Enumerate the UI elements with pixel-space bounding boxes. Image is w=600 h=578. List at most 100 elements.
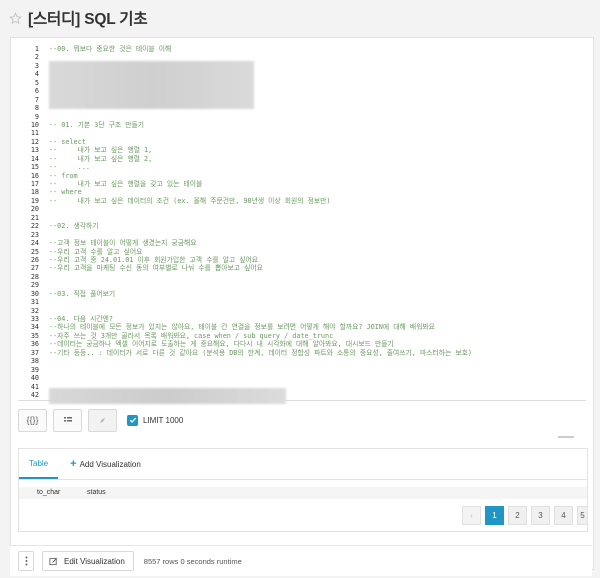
code-text: --04. 다음 시간엔? [49,315,114,323]
line-number: 36 [30,340,39,349]
page-button[interactable]: 5 [577,506,587,525]
line-number: 33 [30,315,39,323]
star-outline-icon[interactable] [6,9,24,27]
code-line[interactable]: 9 [18,113,586,121]
code-text: --00. 뭐보다 중요한 것은 테이블 이해 [49,45,172,53]
line-number: 27 [30,264,39,273]
code-line[interactable]: 22 --02. 생각하기 [18,222,586,230]
code-line[interactable]: 24 --고객 정보 테이블이 어떻게 생겼는지 궁금해요 [18,239,586,247]
code-line[interactable]: 1 --00. 뭐보다 중요한 것은 테이블 이해 [18,45,586,53]
pagination: ‹ 1 2 3 4 5 [458,506,587,525]
code-line[interactable]: 36 --데이터는 궁금하나 엑셀 이어지로 도출하는 게 중요해요, 다다시 내… [18,340,586,348]
rows-runtime-info: 8557 rows 0 seconds runtime [143,556,242,566]
code-text: -- 내가 보고 싶은 행렬을 갖고 있는 테이블 [49,180,203,188]
line-number: 41 [30,382,39,391]
code-line[interactable]: 15 -- ... [18,163,586,171]
line-number: 32 [30,306,39,315]
code-line[interactable]: 39 [18,366,586,374]
page-button[interactable]: 3 [531,506,550,525]
code-line[interactable]: 10 -- 01. 기본 3단 구조 만들기 [18,121,586,129]
line-number: 4 [34,70,39,79]
code-text: -- 내가 보고 싶은 행렬 1, [49,146,153,155]
code-line[interactable]: 40 [18,374,586,382]
code-line[interactable]: 23 [18,231,586,239]
add-visualization-tab[interactable]: + Add Visualization [58,449,151,479]
tab-table[interactable]: Table [19,449,59,479]
code-line[interactable]: 32 [18,307,586,315]
code-text: -- select [49,137,86,146]
page-title[interactable]: [스터디] SQL 기초 [28,7,148,29]
snippet-button[interactable] [88,408,117,432]
format-button[interactable]: {{}} [18,408,47,432]
line-number: 18 [30,188,39,197]
code-text: -- ... [49,163,90,172]
line-number: 5 [34,78,39,87]
code-text: --우리 고객 수를 알고 싶어요 [49,247,143,256]
code-line[interactable]: 27 --우리 고객을 마케팅 수신 동의 여부별로 나눠 수를 뽑아보고 싶어요 [18,264,586,272]
code-text: --03. 직접 풀어보기 [49,289,116,298]
code-line[interactable]: 19 -- 내가 보고 싶은 데이터의 조건 (ex. 올해 주문건만, 90년생… [18,197,586,205]
code-text: -- 01. 기본 3단 구조 만들기 [49,120,145,129]
line-number: 34 [30,323,39,332]
line-number: 13 [30,146,39,155]
code-line[interactable]: 34 --하나의 테이블에 모든 정보가 있지는 않아요, 테이블 간 연결을 정… [18,323,586,331]
code-line[interactable]: 26 --우리 고객 중 24.01.01 이후 회원가입한 고객 수를 알고 싶… [18,256,586,264]
line-number: 39 [30,365,39,374]
code-text: --하나의 테이블에 모든 정보가 있지는 않아요, 테이블 간 연결을 정보를… [49,323,435,332]
prev-page-button[interactable]: ‹ [462,506,481,525]
edit-visualization-button[interactable]: Edit Visualization [42,551,134,571]
code-line[interactable]: 13 -- 내가 보고 싶은 행렬 1, [18,146,586,154]
line-number: 28 [30,272,39,281]
code-line[interactable]: 16 -- from [18,172,586,180]
code-text: -- 내가 보고 싶은 데이터의 조건 (ex. 올해 주문건만, 90년생 이… [49,196,331,205]
code-line[interactable]: 35 --자주 쓰는 것 3개만 골라서 목록 배워봐요, case when /… [18,332,586,340]
code-line[interactable]: 37 --기타 등등.. : 데이터가 서로 다른 것 같아요 (분석용 DB의 … [18,349,586,357]
more-options-button[interactable] [18,551,34,571]
code-line[interactable]: 14 -- 내가 보고 싶은 행렬 2, [18,155,586,163]
line-number: 15 [30,163,39,172]
code-line[interactable]: 21 [18,214,586,222]
rocket-icon [99,417,106,423]
line-number: 14 [30,154,39,163]
code-line[interactable]: 20 [18,205,586,213]
page-button[interactable]: 4 [554,506,573,525]
code-line[interactable]: 30 --03. 직접 풀어보기 [18,290,586,298]
code-text: -- where [49,188,82,197]
line-number: 17 [30,180,39,188]
code-line[interactable]: 25 --우리 고객 수를 알고 싶어요 [18,248,586,256]
column-header[interactable]: status [87,489,106,496]
line-number: 21 [30,213,39,222]
code-line[interactable]: 38 [18,357,586,365]
page-button[interactable]: 1 [485,506,504,525]
code-line[interactable]: 29 [18,281,586,289]
line-number: 29 [30,281,39,290]
column-header[interactable]: to_char [37,489,60,496]
line-number: 6 [34,87,39,96]
page-button[interactable]: 2 [508,506,527,525]
code-text: --우리 고객 중 24.01.01 이후 회원가입한 고객 수를 알고 싶어요 [49,255,259,264]
list-icon [63,417,72,422]
add-visualization-label: Add Visualization [79,459,141,469]
code-line[interactable]: 18 -- where [18,188,586,196]
query-footer: Edit Visualization 8557 rows 0 seconds r… [10,545,592,576]
line-number: 31 [30,298,39,307]
code-line[interactable]: 17 -- 내가 보고 싶은 행렬을 갖고 있는 테이블 [18,180,586,188]
limit-toggle[interactable]: LIMIT 1000 [127,414,183,426]
line-number: 37 [30,348,39,357]
code-text: --기타 등등.. : 데이터가 서로 다른 것 같아요 (분석용 DB의 한계… [49,348,472,357]
resize-handle[interactable] [558,436,574,438]
code-line[interactable]: 28 [18,273,586,281]
code-line[interactable]: 12 -- select [18,138,586,146]
line-number: 10 [30,120,39,129]
line-number: 23 [30,230,39,239]
line-number: 38 [30,357,39,366]
blurred-code-region [49,61,254,109]
code-line[interactable]: 11 [18,129,586,137]
line-number: 16 [30,171,39,180]
edit-visualization-label: Edit Visualization [64,556,125,566]
limit-checkbox[interactable] [127,414,138,426]
code-line[interactable]: 33 --04. 다음 시간엔? [18,315,586,323]
code-text: -- from [49,171,78,180]
code-line[interactable]: 31 [18,298,586,306]
list-button[interactable] [53,408,82,432]
